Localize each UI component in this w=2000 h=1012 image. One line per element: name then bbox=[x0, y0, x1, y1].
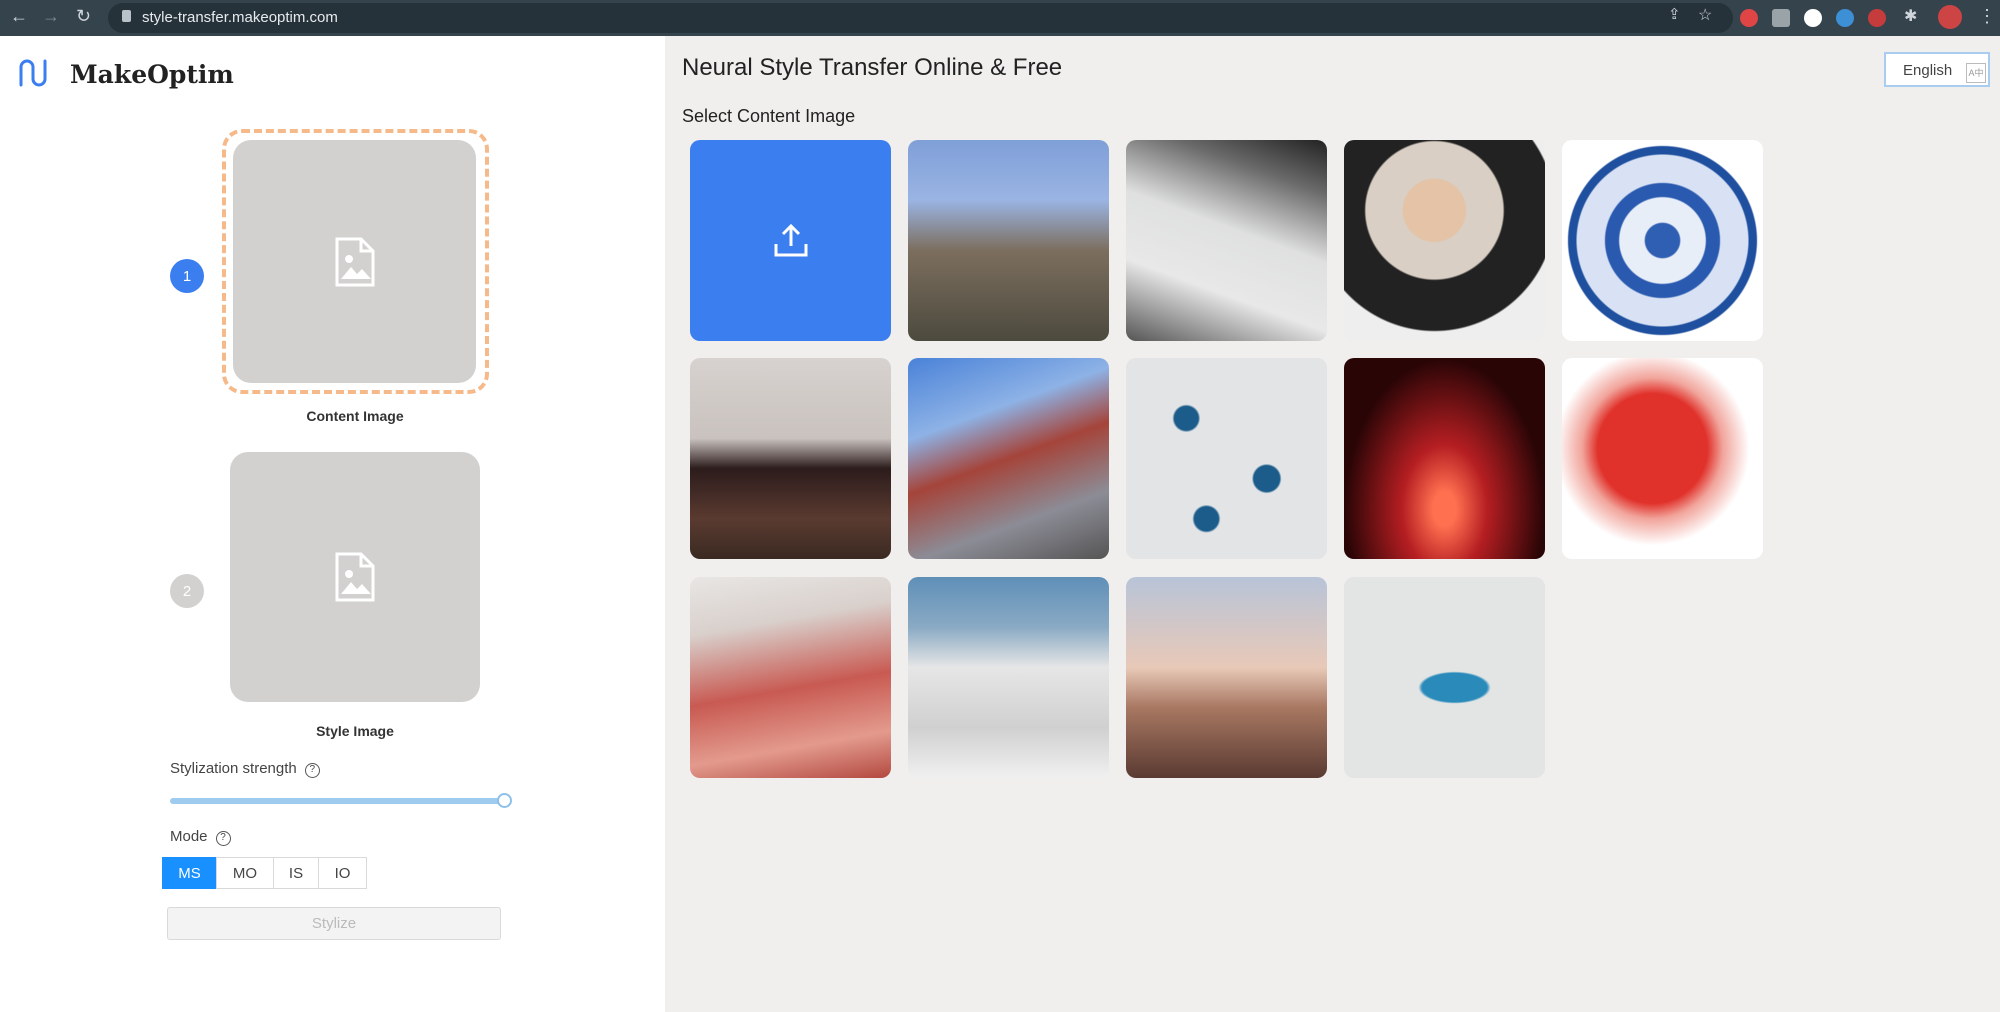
puzzle-icon[interactable]: ✱ bbox=[1904, 6, 1917, 26]
left-panel: MakeOptim 1 Content Image 2 Style Image … bbox=[0, 36, 665, 1012]
gallery-image-red-papercut-woman[interactable] bbox=[1562, 358, 1763, 559]
gallery-image-great-wall[interactable] bbox=[908, 140, 1109, 341]
url-text: style-transfer.makeoptim.com bbox=[142, 9, 338, 26]
content-image-placeholder[interactable] bbox=[233, 140, 476, 383]
mode-ms-button[interactable]: MS bbox=[162, 857, 217, 889]
image-file-icon bbox=[335, 237, 374, 286]
gallery-image-marble-texture-flower[interactable] bbox=[1344, 577, 1545, 778]
upload-button[interactable] bbox=[690, 140, 891, 341]
page-title: Neural Style Transfer Online & Free bbox=[682, 54, 1063, 81]
strength-label: Stylization strength? bbox=[170, 760, 320, 778]
gallery-image-modern-building[interactable] bbox=[908, 358, 1109, 559]
avatar[interactable] bbox=[1938, 5, 1962, 29]
strength-label-text: Stylization strength bbox=[170, 760, 297, 777]
step-1-badge: 1 bbox=[170, 259, 204, 293]
mode-mo-button[interactable]: MO bbox=[216, 857, 274, 889]
style-image-placeholder[interactable] bbox=[230, 452, 480, 702]
mode-label: Mode? bbox=[170, 828, 231, 846]
slider-thumb[interactable] bbox=[497, 793, 512, 808]
menu-icon[interactable]: ⋮ bbox=[1978, 6, 1996, 27]
mode-io-button[interactable]: IO bbox=[318, 857, 367, 889]
translate-icon: A中 bbox=[1966, 63, 1986, 83]
gallery-image-black-tea-cup[interactable] bbox=[690, 358, 891, 559]
lock-icon bbox=[122, 10, 131, 22]
style-image-label: Style Image bbox=[316, 723, 394, 739]
star-icon[interactable]: ☆ bbox=[1698, 5, 1712, 25]
reload-icon[interactable]: ↻ bbox=[76, 6, 91, 27]
forward-icon[interactable]: → bbox=[42, 6, 60, 27]
gallery-image-blue-porcelain-plate[interactable] bbox=[1562, 140, 1763, 341]
language-selector[interactable]: English A中 bbox=[1884, 52, 1990, 87]
makeoptim-logo-icon bbox=[19, 59, 47, 87]
extension-icon[interactable] bbox=[1740, 9, 1758, 27]
extension-icon[interactable] bbox=[1772, 9, 1790, 27]
gallery-image-chinese-rooftops[interactable] bbox=[1126, 140, 1327, 341]
stylize-button[interactable]: Stylize bbox=[167, 907, 501, 940]
gallery-image-white-temple[interactable] bbox=[908, 577, 1109, 778]
content-image-label: Content Image bbox=[306, 408, 404, 424]
gallery-heading: Select Content Image bbox=[682, 106, 856, 126]
strength-slider[interactable] bbox=[170, 793, 512, 808]
image-file-icon bbox=[335, 552, 375, 602]
extension-icon[interactable] bbox=[1868, 9, 1886, 27]
mode-label-text: Mode bbox=[170, 828, 208, 845]
gallery-image-hot-air-balloons[interactable] bbox=[1126, 577, 1327, 778]
back-icon[interactable]: ← bbox=[10, 6, 28, 27]
share-icon[interactable]: ⇪ bbox=[1668, 5, 1681, 23]
gallery-image-evil-eye-beads[interactable] bbox=[1126, 358, 1327, 559]
help-icon[interactable]: ? bbox=[215, 831, 231, 846]
grammarly-icon[interactable] bbox=[1836, 9, 1854, 27]
extension-icon[interactable] bbox=[1804, 9, 1822, 27]
browser-toolbar: ← → ↻ style-transfer.makeoptim.com ⇪ ☆ ✱… bbox=[0, 0, 2000, 36]
address-bar[interactable]: style-transfer.makeoptim.com ⇪ ☆ bbox=[108, 3, 1733, 33]
gallery-image-red-sunset-tree[interactable] bbox=[1344, 358, 1545, 559]
help-icon[interactable]: ? bbox=[304, 763, 320, 778]
step-2-badge: 2 bbox=[170, 574, 204, 608]
gallery-image-red-temple-domes[interactable] bbox=[690, 577, 891, 778]
gallery-image-portrait-woman[interactable] bbox=[1344, 140, 1545, 341]
upload-icon bbox=[774, 223, 807, 256]
mode-selector: MS MO IS IO bbox=[162, 857, 367, 889]
mode-is-button[interactable]: IS bbox=[273, 857, 319, 889]
language-label: English bbox=[1903, 62, 1953, 79]
brand-name: MakeOptim bbox=[70, 60, 234, 89]
